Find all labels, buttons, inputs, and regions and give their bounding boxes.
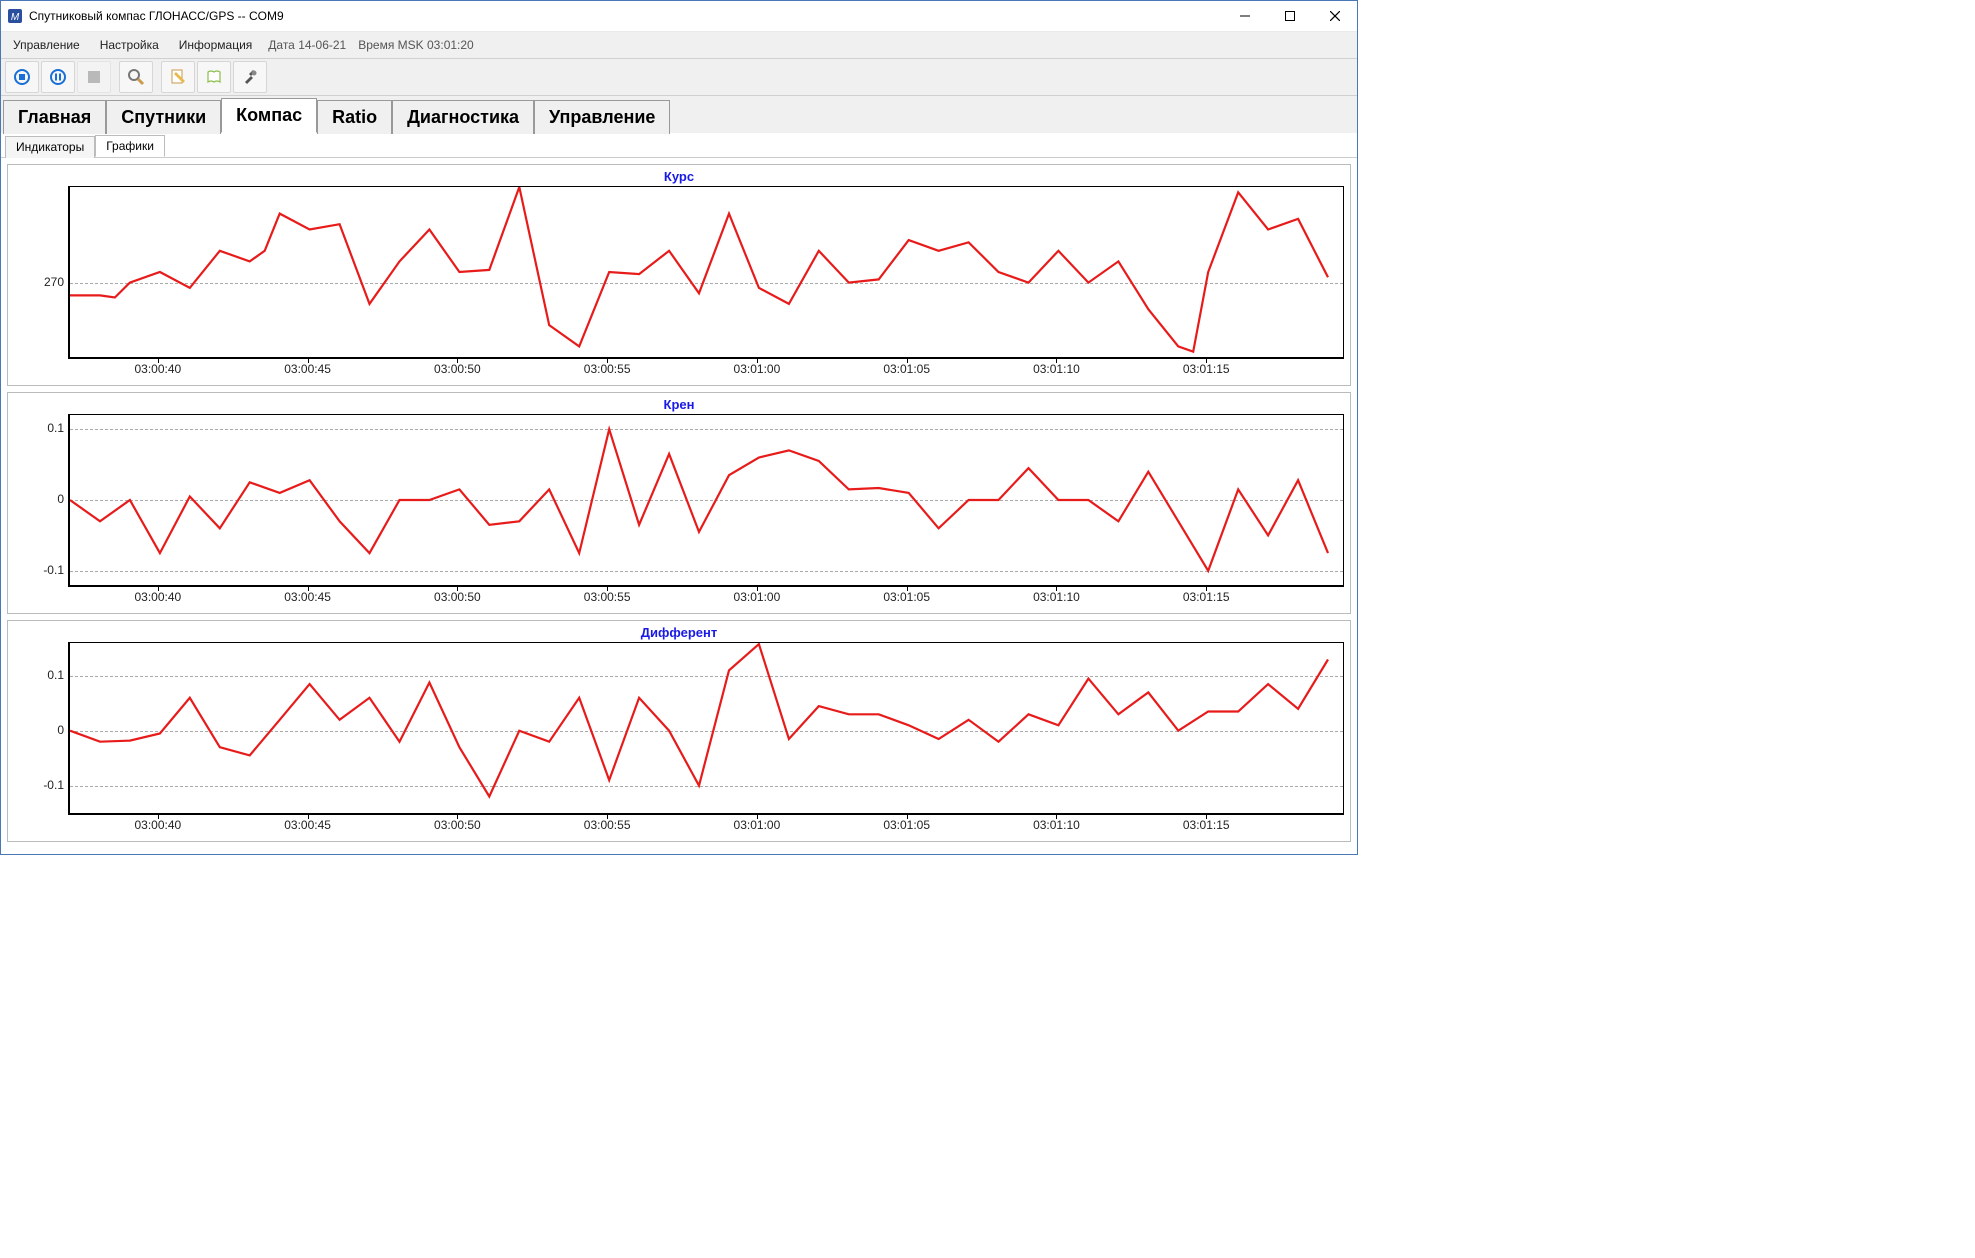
- chart-heading: Курс 270 03:00:40 03:00:45 03:00:50 03:00:5…: [7, 164, 1351, 386]
- menu-settings[interactable]: Настройка: [96, 36, 163, 54]
- x-tick-label: 03:00:40: [134, 818, 181, 832]
- tools-button[interactable]: [233, 61, 267, 93]
- menubar: Управление Настройка Информация Дата 14-…: [1, 32, 1357, 59]
- chart-title-pitch: Дифферент: [14, 625, 1344, 640]
- maximize-button[interactable]: [1267, 1, 1312, 31]
- zoom-button[interactable]: [119, 61, 153, 93]
- x-tick-label: 03:00:50: [434, 590, 481, 604]
- yaxis-roll: -0.1 0 0.1: [14, 414, 68, 587]
- chart-title-roll: Крен: [14, 397, 1344, 412]
- menu-date: Дата 14-06-21: [268, 38, 346, 52]
- tab-ratio[interactable]: Ratio: [317, 100, 392, 134]
- close-button[interactable]: [1312, 1, 1357, 31]
- plot-pitch[interactable]: [68, 642, 1344, 815]
- y-tick-label: 0: [57, 492, 64, 506]
- chart-title-heading: Курс: [14, 169, 1344, 184]
- x-tick-label: 03:01:05: [883, 818, 930, 832]
- x-tick-label: 03:01:05: [883, 590, 930, 604]
- yaxis-heading: 270: [14, 186, 68, 359]
- menu-info[interactable]: Информация: [175, 36, 256, 54]
- x-tick-label: 03:01:00: [734, 590, 781, 604]
- x-tick-label: 03:00:55: [584, 818, 631, 832]
- x-tick-label: 03:00:50: [434, 362, 481, 376]
- tab-diagnostics[interactable]: Диагностика: [392, 100, 534, 134]
- x-tick-label: 03:01:05: [883, 362, 930, 376]
- x-tick-label: 03:00:55: [584, 362, 631, 376]
- chart-pitch: Дифферент -0.100.1 03:00:4003:00:4503:00…: [7, 620, 1351, 842]
- x-tick-label: 03:01:10: [1033, 818, 1080, 832]
- main-tabs: Главная Спутники Компас Ratio Диагностик…: [1, 96, 1357, 133]
- y-tick-label: 0.1: [47, 668, 64, 682]
- app-icon: M: [7, 8, 23, 24]
- tab-home[interactable]: Главная: [3, 100, 106, 134]
- play-button[interactable]: [5, 61, 39, 93]
- app-window: M Спутниковый компас ГЛОНАСС/GPS -- COM9…: [0, 0, 1358, 855]
- xaxis-pitch: 03:00:40 03:00:45 03:00:50 03:00:55 03:01:00…: [68, 815, 1344, 837]
- y-tick-label: -0.1: [43, 778, 64, 792]
- sub-tabs: Индикаторы Графики: [1, 133, 1357, 158]
- x-tick-label: 03:01:10: [1033, 362, 1080, 376]
- pause-button[interactable]: [41, 61, 75, 93]
- x-tick-label: 03:01:00: [734, 818, 781, 832]
- menu-control[interactable]: Управление: [9, 36, 84, 54]
- xaxis-roll: 03:00:40 03:00:45 03:00:50 03:00:55 03:01:00…: [68, 587, 1344, 609]
- y-tick-label: -0.1: [43, 563, 64, 577]
- tab-satellites[interactable]: Спутники: [106, 100, 221, 134]
- svg-text:M: M: [11, 12, 20, 23]
- subtab-charts[interactable]: Графики: [95, 135, 165, 157]
- y-tick-label: 270: [44, 275, 64, 289]
- subtab-indicators[interactable]: Индикаторы: [5, 136, 95, 158]
- tab-compass[interactable]: Компас: [221, 98, 317, 133]
- titlebar: M Спутниковый компас ГЛОНАСС/GPS -- COM9: [1, 1, 1357, 32]
- x-tick-label: 03:00:55: [584, 590, 631, 604]
- edit-button[interactable]: [161, 61, 195, 93]
- x-tick-label: 03:00:45: [284, 362, 331, 376]
- window-title: Спутниковый компас ГЛОНАСС/GPS -- COM9: [29, 9, 1222, 23]
- x-tick-label: 03:00:40: [134, 362, 181, 376]
- tab-control[interactable]: Управление: [534, 100, 670, 134]
- minimize-button[interactable]: [1222, 1, 1267, 31]
- x-tick-label: 03:00:45: [284, 590, 331, 604]
- x-tick-label: 03:01:00: [734, 362, 781, 376]
- plot-heading[interactable]: [68, 186, 1344, 359]
- menu-time: Время MSK 03:01:20: [358, 38, 473, 52]
- chart-roll: Крен -0.100.1 03:00:4003:00:4503:00:5003…: [7, 392, 1351, 614]
- book-button[interactable]: [197, 61, 231, 93]
- chart-area: Курс 270 03:00:40 03:00:45 03:00:50 03:00:5…: [1, 158, 1357, 854]
- yaxis-pitch: -0.1 0 0.1: [14, 642, 68, 815]
- x-tick-label: 03:00:40: [134, 590, 181, 604]
- x-tick-label: 03:01:15: [1183, 590, 1230, 604]
- x-tick-label: 03:01:15: [1183, 362, 1230, 376]
- x-tick-label: 03:00:45: [284, 818, 331, 832]
- x-tick-label: 03:01:10: [1033, 590, 1080, 604]
- y-tick-label: 0.1: [47, 421, 64, 435]
- x-tick-label: 03:00:50: [434, 818, 481, 832]
- y-tick-label: 0: [57, 723, 64, 737]
- stop-button[interactable]: [77, 61, 111, 93]
- x-tick-label: 03:01:15: [1183, 818, 1230, 832]
- toolbar: [1, 59, 1357, 96]
- xaxis-heading: 03:00:40 03:00:45 03:00:50 03:00:55 03:01:00…: [68, 359, 1344, 381]
- plot-roll[interactable]: [68, 414, 1344, 587]
